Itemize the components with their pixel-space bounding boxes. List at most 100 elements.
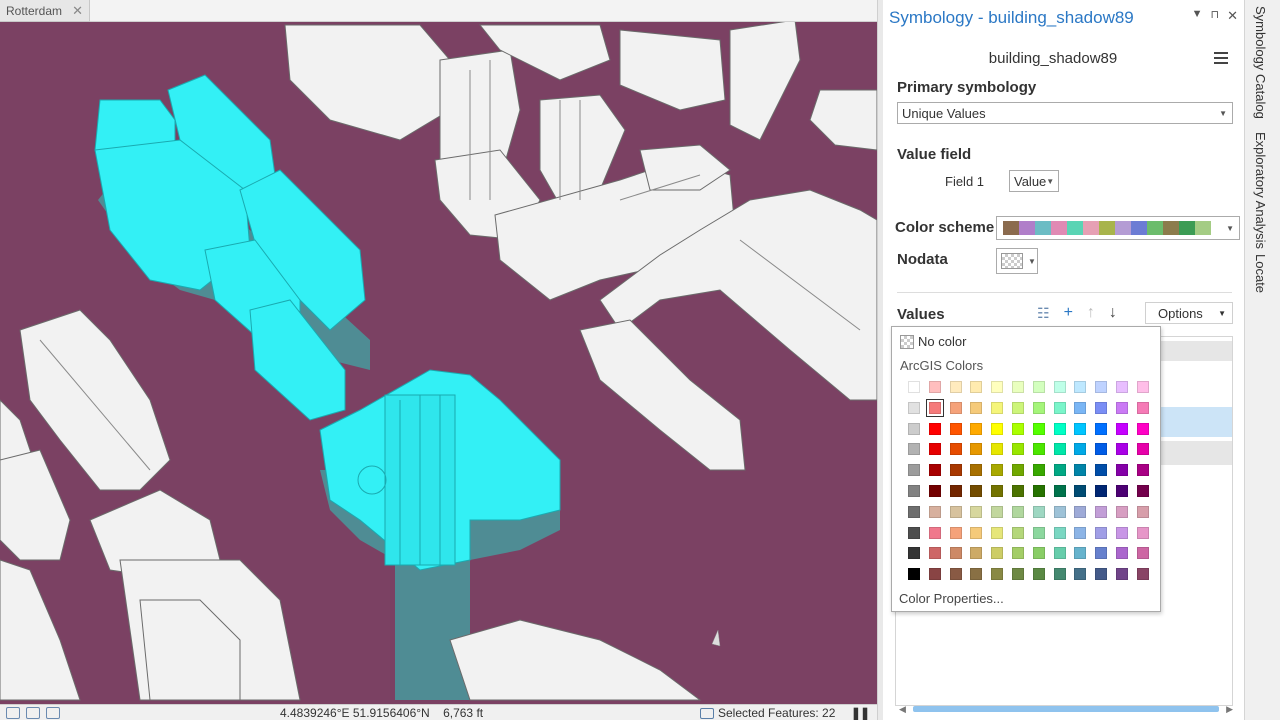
color-swatch[interactable]	[1116, 381, 1128, 393]
color-swatch[interactable]	[1012, 422, 1024, 435]
color-swatch[interactable]	[1012, 443, 1024, 456]
menu-icon[interactable]	[1214, 52, 1228, 64]
color-swatch[interactable]	[908, 505, 920, 518]
color-swatch[interactable]	[1012, 526, 1024, 539]
color-swatch[interactable]	[928, 568, 941, 581]
color-swatch[interactable]	[949, 547, 962, 560]
color-swatch[interactable]	[970, 526, 983, 539]
color-swatch[interactable]	[908, 381, 920, 393]
selected-features[interactable]: Selected Features: 22	[700, 706, 835, 720]
color-swatch[interactable]	[1136, 464, 1149, 477]
field1-dropdown[interactable]: Value ▼	[1009, 170, 1059, 192]
no-color-option[interactable]: No color	[900, 334, 966, 349]
color-swatch[interactable]	[1012, 568, 1024, 581]
color-swatch[interactable]	[970, 568, 983, 581]
color-swatch[interactable]	[991, 422, 1004, 435]
color-properties-link[interactable]: Color Properties...	[899, 591, 1004, 606]
color-swatch[interactable]	[1095, 401, 1108, 414]
color-swatch[interactable]	[1074, 401, 1087, 414]
color-swatch[interactable]	[991, 505, 1004, 518]
color-swatch[interactable]	[949, 526, 962, 539]
color-swatch[interactable]	[928, 526, 941, 539]
color-swatch[interactable]	[1095, 381, 1108, 393]
color-swatch[interactable]	[949, 464, 962, 477]
color-swatch[interactable]	[1012, 381, 1024, 393]
color-swatch[interactable]	[1136, 381, 1149, 393]
color-swatch[interactable]	[1053, 505, 1066, 518]
arrow-left-icon[interactable]: ◀	[899, 704, 906, 715]
color-swatch[interactable]	[1053, 568, 1066, 581]
color-swatch[interactable]	[949, 443, 962, 456]
color-swatch[interactable]	[1032, 568, 1045, 581]
color-swatch[interactable]	[1116, 485, 1128, 497]
color-swatch[interactable]	[1116, 464, 1128, 477]
color-swatch[interactable]	[1032, 401, 1045, 414]
tab-rotterdam[interactable]: Rotterdam ✕	[0, 0, 90, 22]
color-swatch[interactable]	[991, 485, 1004, 497]
sidetab-catalog[interactable]: Catalog	[1253, 74, 1268, 119]
color-swatch[interactable]	[991, 464, 1004, 477]
color-swatch[interactable]	[1074, 443, 1087, 456]
color-swatch[interactable]	[1116, 547, 1128, 560]
pin-icon[interactable]: ⊓	[1211, 8, 1220, 24]
color-swatch[interactable]	[1095, 464, 1108, 477]
color-swatch[interactable]	[1136, 505, 1149, 518]
color-swatch[interactable]	[908, 547, 920, 560]
color-swatch[interactable]	[1074, 568, 1087, 581]
color-swatch[interactable]	[1012, 401, 1024, 414]
color-swatch[interactable]	[908, 401, 920, 414]
color-swatch[interactable]	[949, 568, 962, 581]
color-swatch[interactable]	[1116, 401, 1128, 414]
color-swatch[interactable]	[1074, 485, 1087, 497]
color-swatch[interactable]	[1032, 485, 1045, 497]
color-swatch[interactable]	[1012, 464, 1024, 477]
color-swatch[interactable]	[970, 547, 983, 560]
color-swatch[interactable]	[970, 485, 983, 497]
color-swatch[interactable]	[908, 443, 920, 456]
color-swatch[interactable]	[908, 464, 920, 477]
color-swatch[interactable]	[908, 526, 920, 539]
chevron-down-icon[interactable]: ▼	[1192, 8, 1203, 24]
color-swatch[interactable]	[1032, 422, 1045, 435]
close-icon[interactable]: ✕	[72, 3, 83, 19]
color-swatch[interactable]	[908, 568, 920, 581]
color-swatch[interactable]	[1095, 505, 1108, 518]
color-swatch[interactable]	[1116, 568, 1128, 581]
color-swatch[interactable]	[970, 381, 983, 393]
color-scheme-dropdown[interactable]: ▼	[996, 216, 1240, 240]
scrollbar-thumb[interactable]	[913, 706, 1219, 712]
color-swatch[interactable]	[1116, 422, 1128, 435]
color-swatch[interactable]	[1095, 485, 1108, 497]
color-swatch[interactable]	[1012, 505, 1024, 518]
color-swatch[interactable]	[1074, 547, 1087, 560]
color-swatch[interactable]	[1074, 381, 1087, 393]
color-swatch[interactable]	[949, 381, 962, 393]
table-row[interactable]	[1154, 341, 1232, 361]
horizontal-scrollbar[interactable]: ◀ ▶	[899, 704, 1233, 714]
color-swatch[interactable]	[1012, 485, 1024, 497]
color-swatch[interactable]	[1032, 547, 1045, 560]
color-swatch[interactable]	[928, 505, 941, 518]
color-swatch[interactable]	[1095, 422, 1108, 435]
color-swatch[interactable]	[1053, 547, 1066, 560]
color-swatch[interactable]	[1095, 568, 1108, 581]
color-swatch[interactable]	[928, 443, 941, 456]
nodata-color-picker[interactable]: ▼	[996, 248, 1038, 274]
close-icon[interactable]: ✕	[1227, 8, 1238, 24]
arrow-right-icon[interactable]: ▶	[1226, 704, 1233, 715]
color-swatch[interactable]	[1053, 443, 1066, 456]
add-all-values-icon[interactable]: ☷	[1037, 305, 1050, 322]
table-row[interactable]	[1154, 407, 1232, 437]
color-swatch[interactable]	[949, 422, 962, 435]
color-swatch[interactable]	[1074, 464, 1087, 477]
color-swatch[interactable]	[1136, 526, 1149, 539]
color-swatch[interactable]	[1136, 547, 1149, 560]
color-swatch[interactable]	[1032, 505, 1045, 518]
color-swatch[interactable]	[928, 464, 941, 477]
color-swatch[interactable]	[991, 443, 1004, 456]
options-button[interactable]: Options ▼	[1145, 302, 1233, 324]
color-swatch[interactable]	[1136, 443, 1149, 456]
color-swatch[interactable]	[1053, 401, 1066, 414]
table-icon[interactable]	[46, 706, 60, 719]
color-swatch[interactable]	[991, 401, 1004, 414]
